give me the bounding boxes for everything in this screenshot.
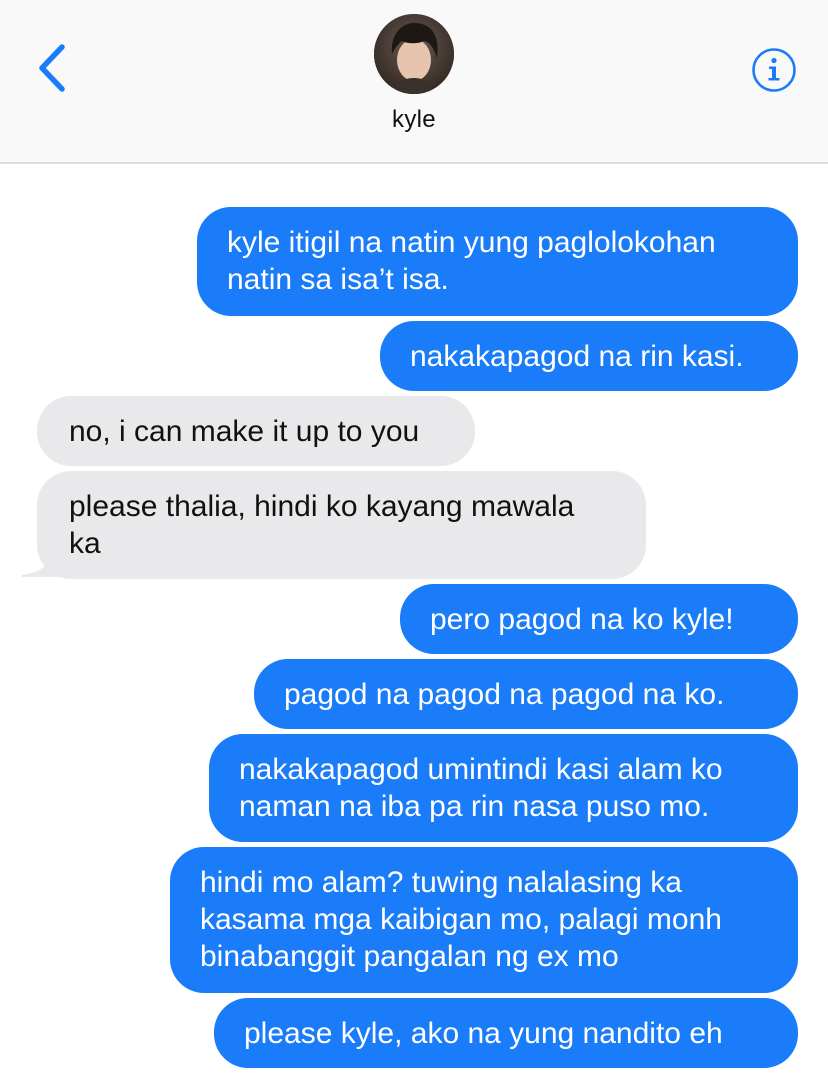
message-bubble-sent[interactable]: pagod na pagod na pagod na ko. bbox=[254, 659, 798, 729]
message-line: please thalia, hindi ko kayang mawala bbox=[69, 490, 575, 523]
message-line: binabanggit pangalan ng ex mo bbox=[200, 940, 619, 973]
message-bubble-sent[interactable]: hindi mo alam? tuwing nalalasing ka kasa… bbox=[170, 847, 798, 993]
info-button[interactable] bbox=[751, 47, 797, 93]
contact-name[interactable]: kyle bbox=[0, 106, 828, 134]
message-line: pagod na pagod na pagod na ko. bbox=[284, 678, 725, 711]
message-line: natin sa isa’t isa. bbox=[227, 263, 449, 296]
message-bubble-sent[interactable]: nakakapagod na rin kasi. bbox=[380, 321, 798, 391]
avatar[interactable] bbox=[374, 14, 454, 94]
message-bubble-sent[interactable]: pero pagod na ko kyle! bbox=[400, 584, 798, 654]
messages-screen: kyle kyle itigil na natin yung pagloloko… bbox=[0, 0, 828, 1087]
message-thread[interactable]: kyle itigil na natin yung paglolokohan n… bbox=[0, 164, 828, 1087]
message-line: ka bbox=[69, 527, 101, 560]
message-line: kasama mga kaibigan mo, palagi monh bbox=[200, 903, 722, 936]
back-button[interactable] bbox=[30, 40, 80, 96]
message-line: nakakapagod na rin kasi. bbox=[410, 340, 744, 373]
message-line: nakakapagod umintindi kasi alam ko bbox=[239, 753, 723, 786]
message-bubble-received[interactable]: please thalia, hindi ko kayang mawala ka bbox=[37, 471, 646, 579]
message-line: please kyle, ako na yung nandito eh bbox=[244, 1017, 723, 1050]
message-line: hindi mo alam? tuwing nalalasing ka bbox=[200, 866, 682, 899]
message-line: pero pagod na ko kyle! bbox=[430, 603, 734, 636]
message-line: kyle itigil na natin yung paglolokohan bbox=[227, 226, 716, 259]
message-bubble-sent[interactable]: nakakapagod umintindi kasi alam ko naman… bbox=[209, 734, 798, 842]
message-line: naman na iba pa rin nasa puso mo. bbox=[239, 790, 710, 823]
message-bubble-received[interactable]: no, i can make it up to you bbox=[37, 396, 475, 466]
chevron-left-icon bbox=[39, 44, 65, 92]
info-circle-icon bbox=[752, 48, 796, 92]
contact-photo bbox=[374, 14, 454, 94]
message-bubble-sent[interactable]: kyle itigil na natin yung paglolokohan n… bbox=[197, 207, 798, 316]
conversation-header: kyle bbox=[0, 0, 828, 164]
message-bubble-sent[interactable]: please kyle, ako na yung nandito eh bbox=[214, 998, 798, 1068]
message-line: no, i can make it up to you bbox=[69, 415, 420, 448]
